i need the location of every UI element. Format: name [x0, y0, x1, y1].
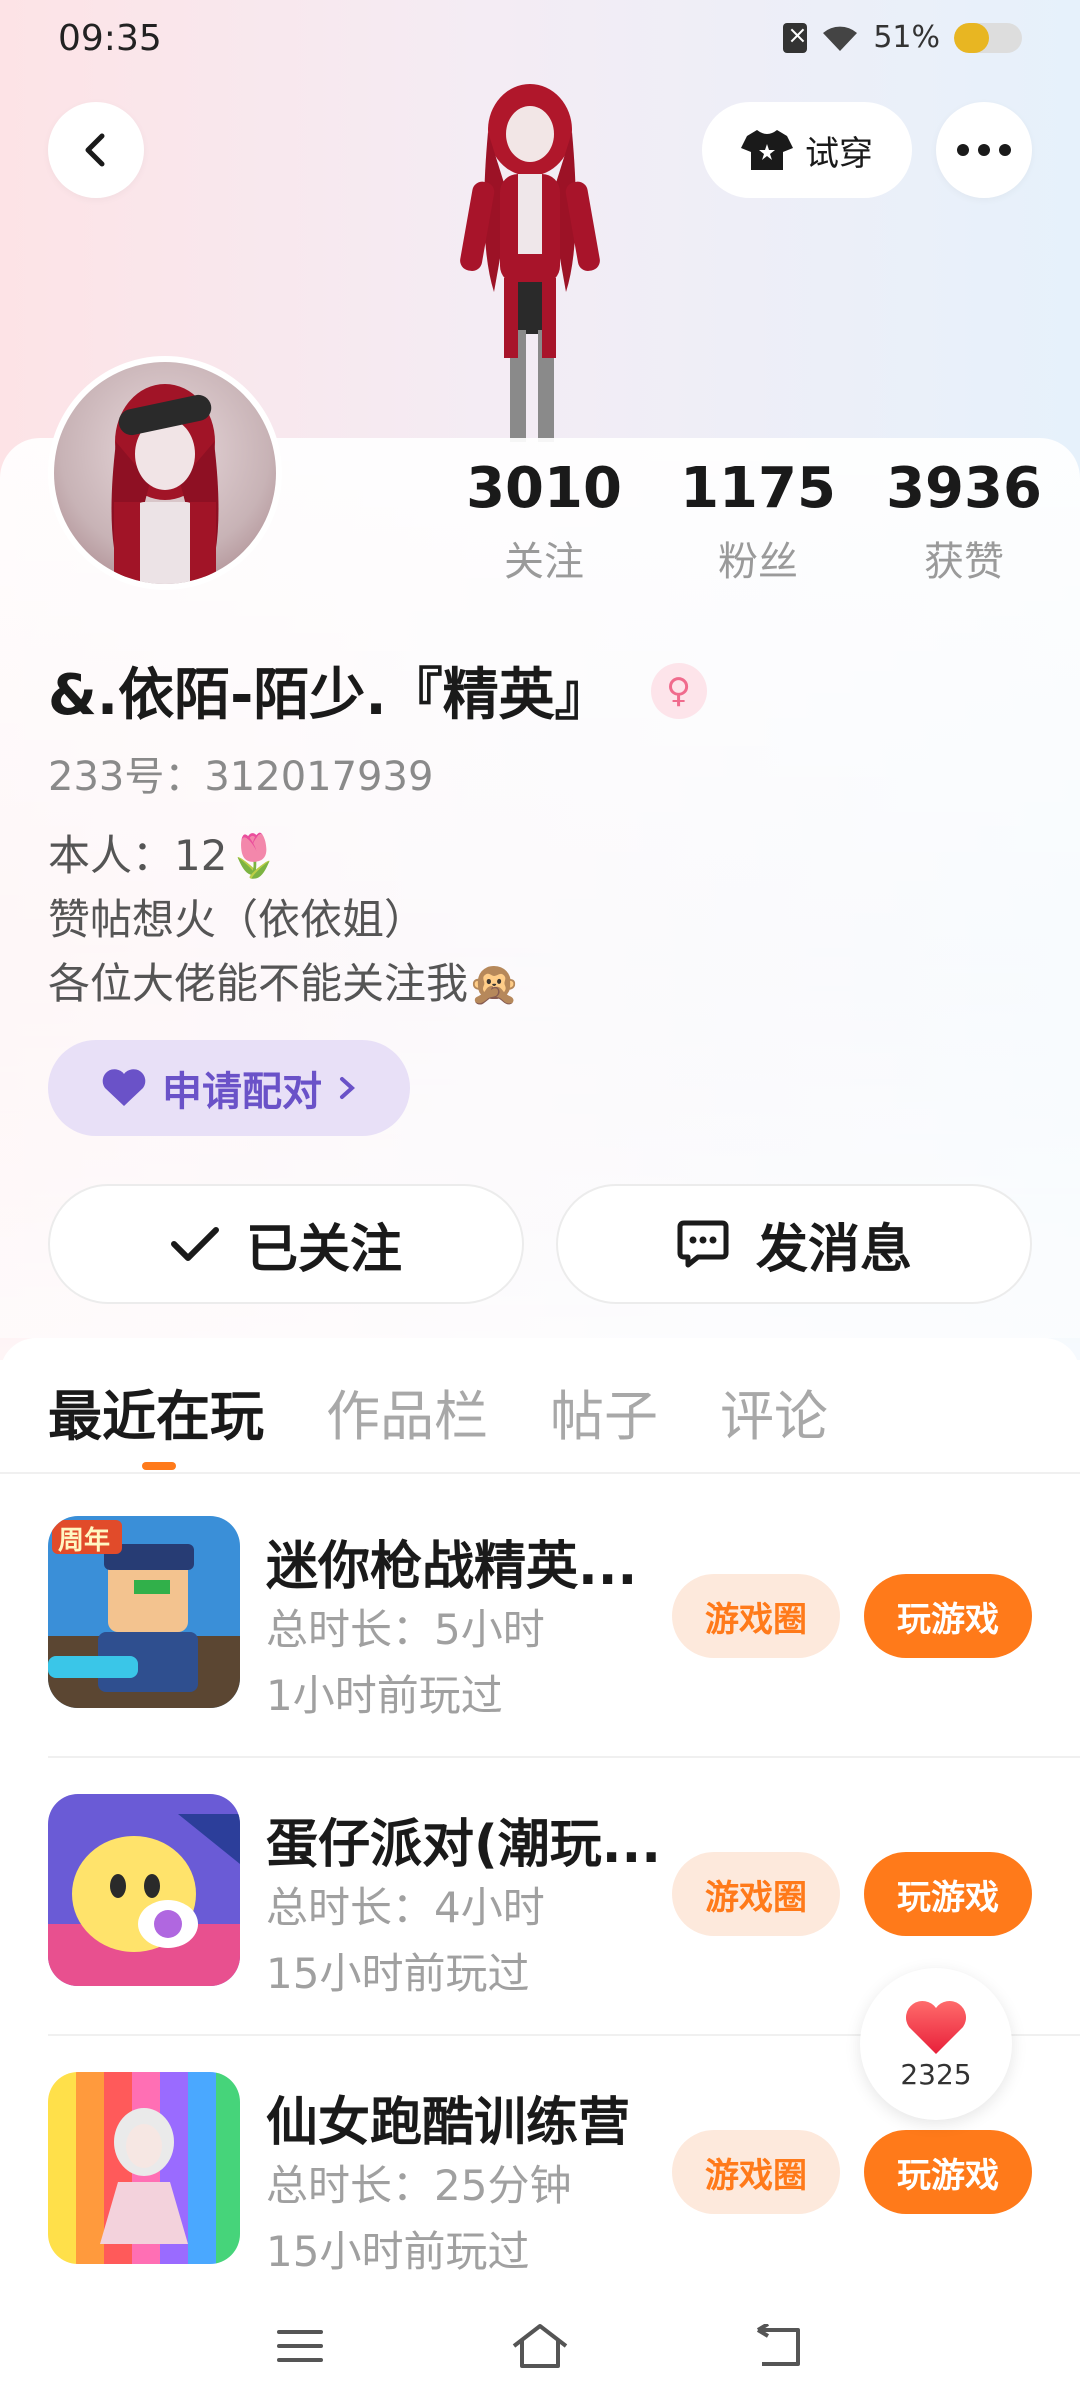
female-icon: ♀	[650, 662, 707, 719]
game-circle-button[interactable]: 游戏圈	[672, 2130, 840, 2214]
game-icon-mini-gun: 周年	[48, 1516, 240, 1708]
user-id: 233号：312017939	[48, 754, 434, 800]
content-area: 最近在玩 作品栏 帖子 评论 周年 迷你枪战精英... 总时长：5小时 1小时前…	[0, 1338, 1080, 2400]
bio-line: 赞帖想火（依依姐）	[48, 895, 427, 944]
tshirt-icon	[741, 130, 793, 170]
game-title: 仙女跑酷训练营	[266, 2093, 631, 2153]
sim-off-icon	[783, 21, 807, 53]
status-time: 09:35	[58, 18, 162, 59]
game-title: 迷你枪战精英...	[266, 1537, 638, 1597]
more-dots-icon	[957, 144, 1011, 156]
system-nav-bar	[0, 2282, 1080, 2400]
like-float-button[interactable]: 2325	[860, 1968, 1012, 2120]
apply-pair-button[interactable]: 申请配对	[48, 1040, 410, 1136]
tab-comments[interactable]: 评论	[720, 1372, 828, 1451]
tabs-divider	[0, 1472, 1080, 1474]
battery-fill	[954, 22, 989, 53]
game-icon-fairy-parkour	[48, 2072, 240, 2264]
tab-works[interactable]: 作品栏	[326, 1372, 488, 1451]
list-item[interactable]: 周年 迷你枪战精英... 总时长：5小时 1小时前玩过 游戏圈 玩游戏	[48, 1478, 1080, 1758]
back-icon[interactable]	[740, 2306, 820, 2386]
game-icon-eggy-party	[48, 1794, 240, 1986]
stat-following-value: 3010	[466, 456, 622, 521]
wifi-icon	[821, 23, 859, 53]
bio-line: 各位大佬能不能关注我🙊	[48, 959, 521, 1008]
chat-bubble-icon	[677, 1220, 729, 1268]
menu-icon[interactable]	[260, 2306, 340, 2386]
stat-following[interactable]: 3010 关注	[444, 456, 644, 587]
active-tab-indicator	[142, 1462, 176, 1470]
status-icons: 51%	[783, 20, 1022, 55]
game-last-played: 15小时前玩过	[266, 2227, 530, 2276]
followed-button[interactable]: 已关注	[48, 1184, 524, 1304]
tryon-label: 试穿	[805, 133, 873, 174]
game-duration: 总时长：25分钟	[266, 2161, 572, 2210]
profile-tabs: 最近在玩 作品栏 帖子 评论	[48, 1372, 828, 1451]
chevron-left-icon	[85, 133, 105, 167]
play-game-button[interactable]: 玩游戏	[864, 2130, 1032, 2214]
game-duration: 总时长：4小时	[266, 1883, 545, 1932]
battery-percent: 51%	[873, 20, 940, 55]
avatar[interactable]	[48, 356, 282, 590]
heart-icon	[102, 1069, 146, 1106]
apply-pair-label: 申请配对	[162, 1069, 322, 1115]
like-count: 2325	[900, 2057, 972, 2091]
stat-followers-label: 粉丝	[718, 539, 798, 585]
stat-likes[interactable]: 3936 获赞	[864, 456, 1064, 587]
stat-followers-value: 1175	[680, 456, 836, 521]
chevron-right-icon	[340, 1077, 355, 1099]
game-last-played: 1小时前玩过	[266, 1671, 503, 1720]
play-game-button[interactable]: 玩游戏	[864, 1852, 1032, 1936]
send-message-label: 发消息	[755, 1219, 912, 1280]
stat-likes-value: 3936	[886, 456, 1042, 521]
avatar-character-image	[460, 84, 600, 442]
stat-likes-label: 获赞	[924, 539, 1004, 585]
check-icon	[170, 1227, 219, 1261]
username: &.依陌-陌少.『精英』 ♀	[48, 650, 707, 731]
game-circle-button[interactable]: 游戏圈	[672, 1852, 840, 1936]
game-badge: 周年	[58, 1526, 111, 1556]
heart-icon	[905, 2000, 967, 2054]
avatar-image	[54, 362, 276, 584]
home-icon[interactable]	[500, 2306, 580, 2386]
back-button[interactable]	[48, 102, 144, 198]
bio-line: 本人：12🌷	[48, 831, 280, 880]
battery-icon	[954, 22, 1022, 53]
send-message-button[interactable]: 发消息	[556, 1184, 1032, 1304]
tab-posts[interactable]: 帖子	[550, 1372, 658, 1451]
tryon-button[interactable]: 试穿	[702, 102, 912, 198]
tab-recent-games[interactable]: 最近在玩	[48, 1372, 264, 1451]
stat-followers[interactable]: 1175 粉丝	[658, 456, 858, 587]
game-circle-button[interactable]: 游戏圈	[672, 1574, 840, 1658]
game-last-played: 15小时前玩过	[266, 1949, 530, 1998]
stat-following-label: 关注	[504, 539, 584, 585]
avatar-figure-icon	[111, 384, 219, 584]
game-title: 蛋仔派对(潮玩...	[266, 1815, 662, 1875]
status-bar: 09:35 51%	[0, 0, 1080, 80]
followed-label: 已关注	[245, 1219, 402, 1280]
more-button[interactable]	[936, 102, 1032, 198]
game-duration: 总时长：5小时	[266, 1605, 545, 1654]
bio: 本人：12🌷 赞帖想火（依依姐） 各位大佬能不能关注我🙊	[48, 824, 520, 1016]
play-game-button[interactable]: 玩游戏	[864, 1574, 1032, 1658]
username-text: &.依陌-陌少.『精英』	[48, 663, 611, 728]
